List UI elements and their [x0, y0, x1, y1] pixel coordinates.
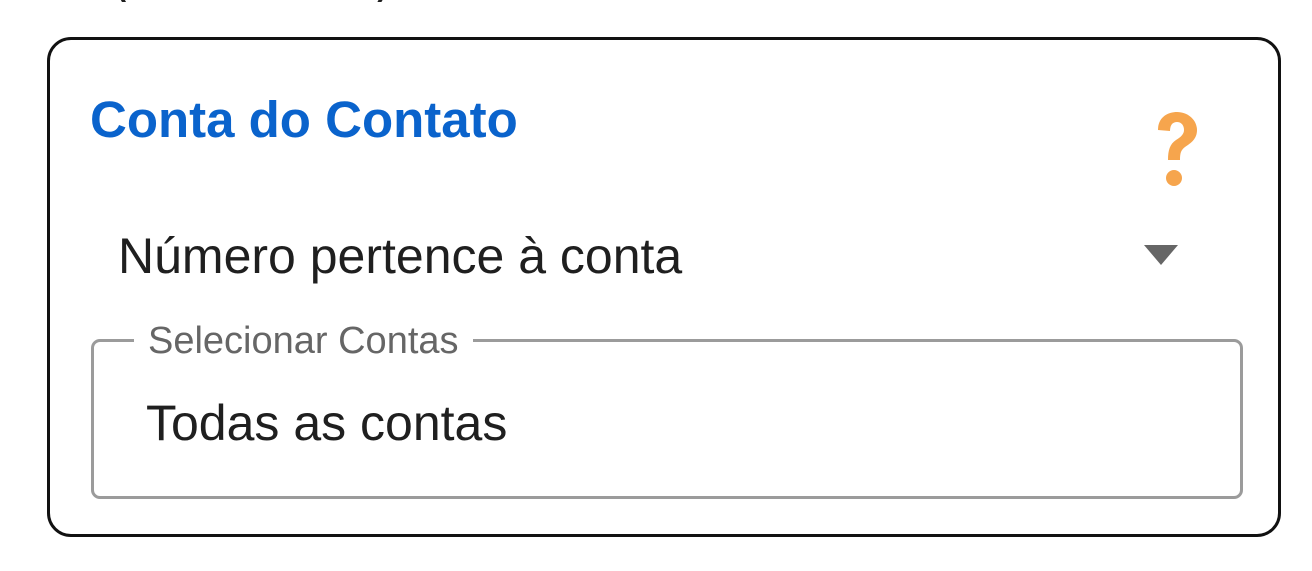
card-title: Conta do Contato	[90, 91, 518, 148]
accounts-select-value: Todas as contas	[146, 395, 508, 451]
previous-card-cut-text: ( )	[115, 0, 585, 2]
contact-account-card: Conta do Contato Número pertence à conta…	[47, 37, 1281, 537]
question-mark-icon[interactable]	[1150, 110, 1202, 190]
chevron-down-icon[interactable]	[1144, 245, 1178, 265]
condition-select-value: Número pertence à conta	[118, 228, 683, 284]
accounts-select-field[interactable]: Selecionar Contas Todas as contas	[91, 320, 1243, 499]
condition-select[interactable]: Número pertence à conta	[118, 220, 1190, 292]
accounts-select-label: Selecionar Contas	[134, 320, 473, 362]
